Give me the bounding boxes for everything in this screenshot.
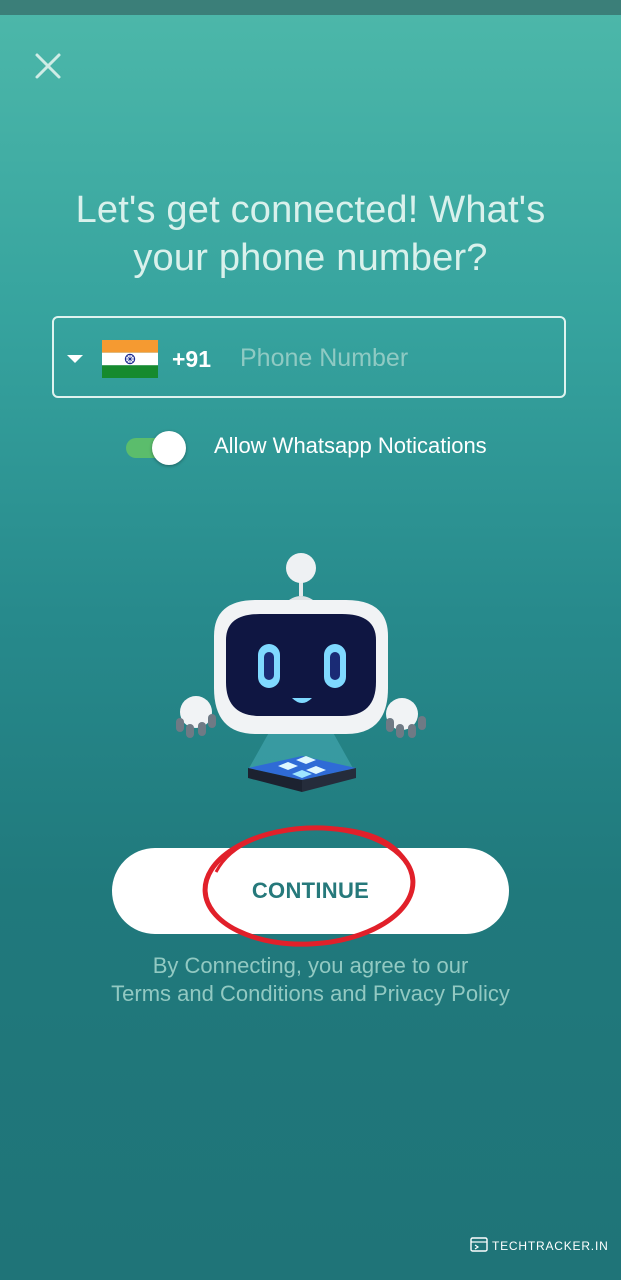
close-icon xyxy=(35,53,61,79)
legal-text: By Connecting, you agree to our Terms an… xyxy=(0,952,621,1008)
whatsapp-notification-toggle[interactable] xyxy=(124,430,188,465)
watermark-text: TECHTRACKER.IN xyxy=(492,1239,609,1253)
privacy-policy-link[interactable]: Privacy Policy xyxy=(373,981,510,1006)
dial-code: +91 xyxy=(172,346,212,372)
whatsapp-notification-row: Allow Whatsapp Notications xyxy=(124,424,544,465)
legal-conjunction: and xyxy=(330,981,367,1006)
techtracker-logo-icon xyxy=(470,1237,488,1252)
terms-link[interactable]: Terms and Conditions xyxy=(111,981,324,1006)
robot-illustration-icon xyxy=(176,553,426,792)
india-flag-icon[interactable] xyxy=(102,340,158,378)
page-title: Let's get connected! What's your phone n… xyxy=(0,186,621,282)
legal-line-2: Terms and Conditions and Privacy Policy xyxy=(0,980,621,1008)
phone-number-field: +91 xyxy=(52,316,566,398)
toggle-knob xyxy=(152,431,186,465)
close-button[interactable] xyxy=(26,44,70,88)
country-code-dropdown[interactable] xyxy=(66,340,90,376)
status-bar xyxy=(0,0,621,15)
continue-button[interactable]: CONTINUE xyxy=(112,848,509,934)
page-title-line-2: your phone number? xyxy=(133,237,488,279)
watermark: TECHTRACKER.IN xyxy=(470,1237,610,1255)
legal-line-1: By Connecting, you agree to our xyxy=(152,953,469,978)
login-screen: Let's get connected! What's your phone n… xyxy=(0,0,621,1280)
whatsapp-notification-label: Allow Whatsapp Notications xyxy=(214,433,487,458)
caret-down-icon xyxy=(67,355,83,363)
page-title-line-1: Let's get connected! What's xyxy=(75,189,546,231)
phone-number-input[interactable] xyxy=(240,336,550,380)
